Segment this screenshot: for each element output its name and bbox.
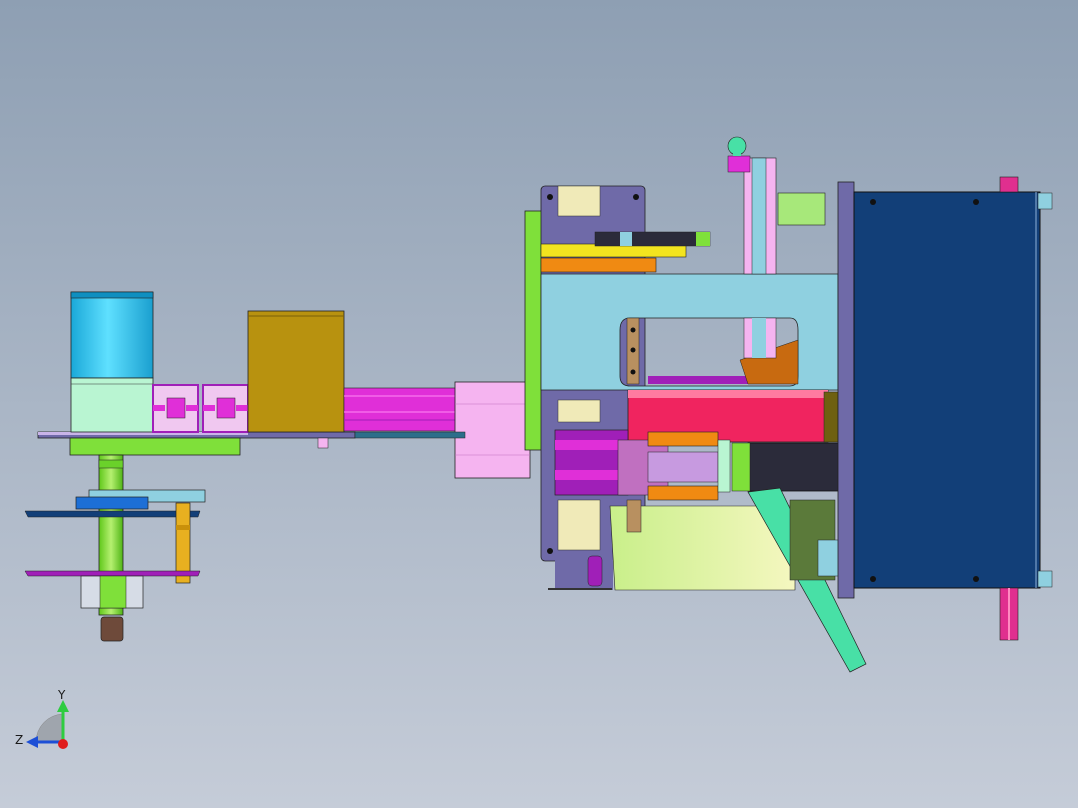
right-panel-assembly[interactable] — [837, 176, 1053, 641]
gripper-finger-top — [647, 431, 719, 447]
lower-green-block — [69, 437, 241, 456]
motor-cylinder — [70, 291, 154, 379]
z-axis-label: Z — [15, 733, 23, 747]
upper-carrier-block — [75, 496, 149, 510]
magenta-beam — [343, 387, 465, 432]
vertical-lime-plate — [524, 210, 544, 451]
shaft-end-cap — [100, 616, 124, 642]
aluminium-profile-2 — [202, 384, 249, 433]
cylinder-housing — [454, 381, 531, 479]
cad-viewport[interactable]: Y Z — [0, 0, 1078, 808]
y-axis-label: Y — [57, 688, 66, 702]
aluminium-profile-1 — [152, 384, 199, 433]
motor-top-cap — [70, 291, 154, 299]
navy-panel — [853, 191, 1041, 589]
upper-disc — [24, 510, 201, 518]
top-pin — [999, 176, 1019, 193]
gold-enclosure — [247, 310, 345, 433]
orange-rail — [540, 257, 657, 273]
triad-origin — [58, 739, 68, 749]
motor-flange — [70, 377, 154, 433]
lower-disc — [24, 570, 201, 577]
panel-side-rail — [837, 181, 855, 599]
gripper-finger-bottom — [647, 485, 719, 501]
green-bracket — [777, 192, 826, 226]
